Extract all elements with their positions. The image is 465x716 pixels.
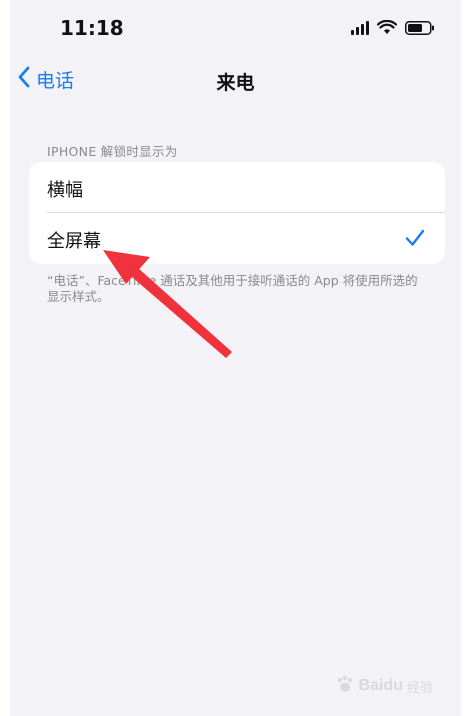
section-header: IPHONE 解锁时显示为 bbox=[47, 144, 178, 159]
checkmark-icon bbox=[405, 229, 425, 251]
baidu-watermark: Baidu 经验 bbox=[335, 674, 433, 698]
watermark-sub: 经验 bbox=[406, 680, 433, 696]
option-full-screen[interactable]: 全屏幕 bbox=[29, 213, 445, 264]
page-title: 来电 bbox=[216, 72, 255, 94]
battery-icon bbox=[405, 20, 435, 35]
option-label: 全屏幕 bbox=[47, 231, 101, 252]
option-banner[interactable]: 横幅 bbox=[29, 162, 445, 213]
status-icons bbox=[351, 20, 435, 35]
watermark-brand: Baidu bbox=[358, 677, 403, 694]
wifi-icon bbox=[377, 20, 397, 35]
status-time: 11:18 bbox=[60, 16, 124, 40]
navigation-bar: 电话 来电 bbox=[10, 58, 461, 102]
display-style-options: 横幅 全屏幕 bbox=[29, 162, 445, 264]
status-bar: 11:18 bbox=[10, 0, 461, 58]
section-footer: “电话”、FaceTime 通话及其他用于接听通话的 App 将使用所选的显示样… bbox=[47, 273, 418, 304]
signal-icon bbox=[351, 20, 369, 35]
paw-icon bbox=[335, 674, 355, 698]
option-label: 横幅 bbox=[47, 180, 83, 201]
settings-screen: 11:18 电话 来电 IPHONE 解锁时显示为 横幅 全屏幕 “电话”、Fa… bbox=[10, 0, 461, 716]
